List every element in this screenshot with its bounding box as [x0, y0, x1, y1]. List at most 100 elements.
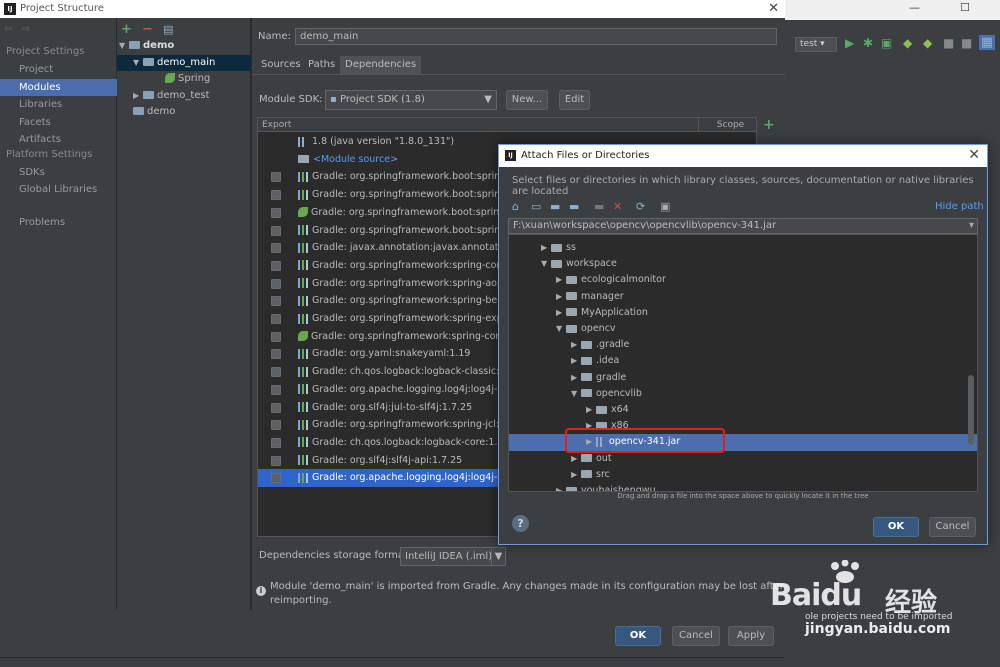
tree-scrollbar[interactable]: [968, 375, 974, 445]
add-dependency-icon[interactable]: +: [763, 117, 775, 133]
expand-right-icon[interactable]: ▶: [556, 272, 566, 288]
copy-icon[interactable]: ▤: [163, 23, 173, 36]
tree-item-folder[interactable]: ▶ youhaishengwu: [509, 483, 977, 491]
maximize-icon[interactable]: ☐: [960, 1, 970, 14]
column-header-export[interactable]: Export: [258, 118, 698, 132]
forward-arrow-icon[interactable]: ⇨: [22, 24, 30, 35]
path-field[interactable]: F:\xuan\workspace\opencv\opencvlib\openc…: [508, 218, 978, 234]
expand-right-icon[interactable]: ▶: [571, 337, 581, 353]
nav-item-facets[interactable]: Facets: [0, 114, 117, 131]
export-checkbox[interactable]: [271, 402, 281, 413]
export-checkbox[interactable]: [271, 367, 281, 378]
nav-item-problems[interactable]: Problems: [0, 214, 117, 231]
nav-item-libraries[interactable]: Libraries: [0, 96, 117, 113]
expand-right-icon[interactable]: ▶: [556, 483, 566, 491]
dialog-help-icon[interactable]: ?: [512, 515, 529, 532]
module-folder-icon[interactable]: ▬: [569, 200, 579, 213]
nav-item-artifacts[interactable]: Artifacts: [0, 131, 117, 148]
profile-icon[interactable]: ◆: [903, 36, 912, 50]
tree-item-folder[interactable]: ▶ .gradle: [509, 337, 977, 353]
tree-item-folder[interactable]: ▶ src: [509, 467, 977, 483]
expand-right-icon[interactable]: ▶: [556, 305, 566, 321]
expand-down-icon[interactable]: ▼: [571, 386, 581, 402]
export-checkbox[interactable]: [271, 260, 281, 271]
column-header-scope[interactable]: Scope: [698, 118, 756, 132]
export-checkbox[interactable]: [271, 190, 281, 201]
tree-item-spring[interactable]: Spring: [117, 71, 251, 87]
tree-item-folder[interactable]: ▶ out: [509, 451, 977, 467]
nav-item-global-libraries[interactable]: Global Libraries: [0, 181, 117, 198]
tree-item-folder[interactable]: ▼ opencvlib: [509, 386, 977, 402]
dialog-ok-button[interactable]: OK: [873, 517, 919, 537]
expand-right-icon[interactable]: ▶: [556, 289, 566, 305]
project-structure-icon[interactable]: ▦: [979, 35, 995, 50]
stop-icon[interactable]: ■: [943, 36, 954, 50]
edit-sdk-button[interactable]: Edit: [559, 90, 590, 110]
tree-item-folder[interactable]: ▼ opencv: [509, 321, 977, 337]
module-sdk-select[interactable]: ▪ Project SDK (1.8) ▼: [325, 90, 497, 110]
run-config-select[interactable]: test ▾: [795, 37, 837, 52]
desktop-icon[interactable]: ▭: [531, 200, 541, 213]
tree-item-demo-main[interactable]: ▼ demo_main: [117, 55, 251, 71]
new-sdk-button[interactable]: New...: [506, 90, 548, 110]
ok-button[interactable]: OK: [615, 626, 661, 646]
run-icon[interactable]: ▶: [845, 36, 854, 50]
export-checkbox[interactable]: [271, 349, 281, 360]
export-checkbox[interactable]: [271, 207, 281, 218]
hide-path-link[interactable]: Hide path: [935, 201, 984, 212]
tree-item-demo-test[interactable]: ▶ demo_test: [117, 88, 251, 104]
export-checkbox[interactable]: [271, 278, 281, 289]
export-checkbox[interactable]: [271, 473, 281, 484]
export-checkbox[interactable]: [271, 296, 281, 307]
expand-right-icon[interactable]: ▶: [571, 370, 581, 386]
back-arrow-icon[interactable]: ⇦: [4, 24, 12, 35]
export-checkbox[interactable]: [271, 331, 281, 342]
export-checkbox[interactable]: [271, 243, 281, 254]
tree-item-folder[interactable]: ▶ gradle: [509, 370, 977, 386]
tree-item-demo-root[interactable]: ▼ demo: [117, 38, 251, 54]
tree-item-folder[interactable]: ▼ workspace: [509, 256, 977, 272]
export-checkbox[interactable]: [271, 384, 281, 395]
project-folder-icon[interactable]: ▬: [550, 200, 560, 213]
path-history-icon[interactable]: ▾: [969, 219, 974, 233]
attach-icon[interactable]: ◆: [923, 36, 932, 50]
export-checkbox[interactable]: [271, 437, 281, 448]
expand-right-icon[interactable]: ▶: [541, 240, 551, 256]
nav-item-project[interactable]: Project: [0, 61, 117, 78]
remove-icon[interactable]: −: [142, 22, 153, 37]
tree-item-folder[interactable]: ▶ ss: [509, 240, 977, 256]
expand-down-icon[interactable]: ▼: [556, 321, 566, 337]
export-checkbox[interactable]: [271, 420, 281, 431]
expand-right-icon[interactable]: ▶: [586, 402, 596, 418]
tree-item-folder[interactable]: ▶ x64: [509, 402, 977, 418]
minimize-icon[interactable]: —: [909, 1, 920, 14]
tree-item-folder[interactable]: ▶ .idea: [509, 353, 977, 369]
expand-right-icon[interactable]: ▶: [571, 353, 581, 369]
export-checkbox[interactable]: [271, 172, 281, 183]
delete-icon[interactable]: ✕: [613, 200, 622, 213]
tree-item-demo[interactable]: demo: [117, 104, 251, 120]
expand-down-icon[interactable]: ▼: [541, 256, 551, 272]
export-checkbox[interactable]: [271, 455, 281, 466]
tab-dependencies[interactable]: Dependencies: [340, 56, 422, 74]
show-hidden-icon[interactable]: ▣: [660, 200, 670, 213]
debug-icon[interactable]: ✱: [863, 36, 873, 50]
nav-item-modules[interactable]: Modules: [0, 79, 117, 96]
new-folder-icon[interactable]: ▬: [594, 200, 604, 213]
dialog-close-icon[interactable]: ✕: [968, 147, 980, 163]
add-icon[interactable]: +: [121, 22, 132, 37]
tree-item-folder[interactable]: ▶ MyApplication: [509, 305, 977, 321]
nav-item-sdks[interactable]: SDKs: [0, 164, 117, 181]
name-field[interactable]: demo_main: [295, 28, 777, 45]
tab-sources[interactable]: Sources: [256, 56, 306, 74]
storage-format-select[interactable]: IntelliJ IDEA (.iml) ▼: [400, 547, 506, 566]
home-icon[interactable]: ⌂: [512, 200, 519, 213]
close-icon[interactable]: ✕: [768, 1, 779, 16]
cancel-button[interactable]: Cancel: [672, 626, 720, 646]
tree-item-folder[interactable]: ▶ ecologicalmonitor: [509, 272, 977, 288]
tree-item-folder[interactable]: ▶ manager: [509, 289, 977, 305]
tab-paths[interactable]: Paths: [303, 56, 340, 74]
dialog-cancel-button[interactable]: Cancel: [929, 517, 976, 537]
export-checkbox[interactable]: [271, 225, 281, 236]
expand-right-icon[interactable]: ▶: [571, 467, 581, 483]
